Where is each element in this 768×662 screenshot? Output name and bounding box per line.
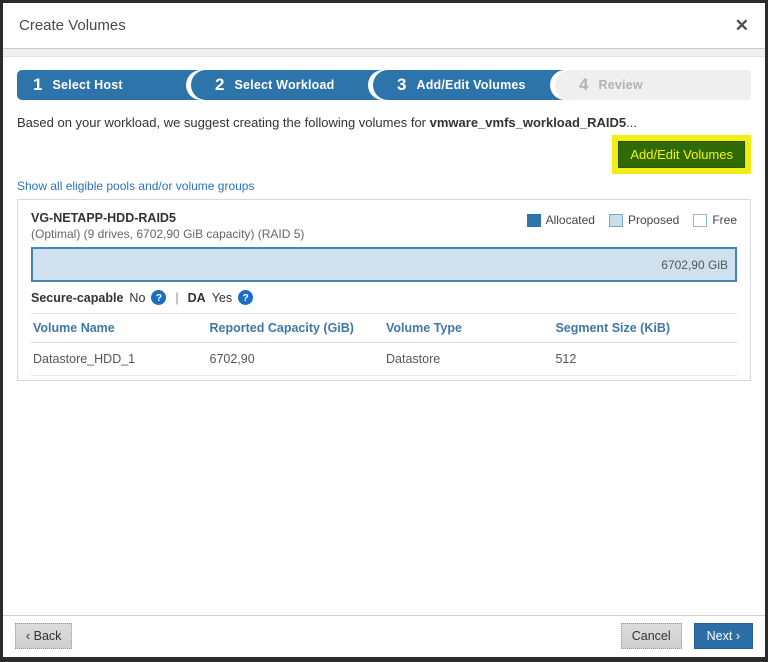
- pool-details: (Optimal) (9 drives, 6702,90 GiB capacit…: [31, 227, 304, 241]
- back-button[interactable]: ‹ Back: [15, 623, 72, 649]
- attribute-separator: |: [175, 291, 178, 305]
- capacity-legend: Allocated Proposed Free: [527, 211, 737, 227]
- create-volumes-dialog: Create Volumes ✕ 1 Select Host 2 Select …: [0, 0, 768, 662]
- table-row: Datastore_HDD_1 6702,90 Datastore 512: [31, 343, 737, 376]
- legend-proposed: Proposed: [609, 213, 679, 227]
- volumes-table: Volume Name Reported Capacity (GiB) Volu…: [31, 313, 737, 376]
- step-label: Add/Edit Volumes: [416, 78, 525, 92]
- cell-volume-name: Datastore_HDD_1: [31, 343, 208, 376]
- step-add-edit-volumes[interactable]: 3 Add/Edit Volumes: [373, 70, 569, 100]
- proposed-swatch-icon: [609, 214, 623, 227]
- capacity-bar: 6702,90 GiB: [31, 247, 737, 282]
- step-select-host[interactable]: 1 Select Host: [17, 70, 205, 100]
- dialog-header: Create Volumes ✕: [3, 3, 765, 49]
- column-header-reported-capacity[interactable]: Reported Capacity (GiB): [208, 314, 385, 343]
- wizard-steps: 1 Select Host 2 Select Workload 3 Add/Ed…: [17, 70, 751, 100]
- da-help-icon[interactable]: ?: [238, 290, 253, 305]
- legend-allocated: Allocated: [527, 213, 595, 227]
- show-all-pools-link[interactable]: Show all eligible pools and/or volume gr…: [17, 179, 751, 193]
- step-number: 1: [33, 75, 42, 95]
- close-icon[interactable]: ✕: [735, 17, 749, 34]
- volume-group-panel: VG-NETAPP-HDD-RAID5 (Optimal) (9 drives,…: [17, 199, 751, 381]
- step-label: Select Host: [52, 78, 122, 92]
- column-header-volume-name[interactable]: Volume Name: [31, 314, 208, 343]
- step-number: 3: [397, 75, 406, 95]
- legend-free: Free: [693, 213, 737, 227]
- dialog-body: 1 Select Host 2 Select Workload 3 Add/Ed…: [3, 57, 765, 615]
- footer-right-buttons: Cancel Next ›: [621, 623, 753, 649]
- secure-capable-value: No: [129, 291, 145, 305]
- step-select-workload[interactable]: 2 Select Workload: [191, 70, 387, 100]
- pool-name: VG-NETAPP-HDD-RAID5: [31, 211, 304, 225]
- legend-label: Allocated: [546, 213, 595, 227]
- step-label: Select Workload: [234, 78, 334, 92]
- step-review: 4 Review: [555, 70, 751, 100]
- action-row: Add/Edit Volumes: [17, 135, 751, 174]
- pool-attributes-row: Secure-capable No ? | DA Yes ?: [31, 290, 737, 305]
- pool-header: VG-NETAPP-HDD-RAID5 (Optimal) (9 drives,…: [31, 211, 737, 241]
- page-title: Create Volumes: [19, 17, 126, 34]
- cell-reported-capacity: 6702,90: [208, 343, 385, 376]
- secure-capable-label: Secure-capable: [31, 291, 123, 305]
- column-header-volume-type[interactable]: Volume Type: [384, 314, 553, 343]
- add-edit-volumes-button[interactable]: Add/Edit Volumes: [618, 141, 745, 168]
- legend-label: Free: [712, 213, 737, 227]
- next-button[interactable]: Next ›: [694, 623, 753, 649]
- workload-suggestion-text: Based on your workload, we suggest creat…: [17, 115, 751, 130]
- da-value: Yes: [212, 291, 232, 305]
- allocated-swatch-icon: [527, 214, 541, 227]
- dialog-footer: ‹ Back Cancel Next ›: [3, 615, 765, 657]
- suggestion-suffix: ...: [626, 115, 637, 130]
- legend-label: Proposed: [628, 213, 679, 227]
- workload-name: vmware_vmfs_workload_RAID5: [430, 115, 627, 130]
- da-label: DA: [188, 291, 206, 305]
- header-divider: [3, 49, 765, 57]
- suggestion-prefix: Based on your workload, we suggest creat…: [17, 115, 430, 130]
- capacity-bar-value: 6702,90 GiB: [661, 258, 728, 272]
- free-swatch-icon: [693, 214, 707, 227]
- secure-capable-help-icon[interactable]: ?: [151, 290, 166, 305]
- add-edit-volumes-highlight: Add/Edit Volumes: [612, 135, 751, 174]
- cell-segment-size: 512: [553, 343, 737, 376]
- column-header-segment-size[interactable]: Segment Size (KiB): [553, 314, 737, 343]
- cell-volume-type: Datastore: [384, 343, 553, 376]
- step-label: Review: [598, 78, 642, 92]
- step-number: 2: [215, 75, 224, 95]
- cancel-button[interactable]: Cancel: [621, 623, 682, 649]
- table-header-row: Volume Name Reported Capacity (GiB) Volu…: [31, 314, 737, 343]
- pool-title-block: VG-NETAPP-HDD-RAID5 (Optimal) (9 drives,…: [31, 211, 304, 241]
- step-number: 4: [579, 75, 588, 95]
